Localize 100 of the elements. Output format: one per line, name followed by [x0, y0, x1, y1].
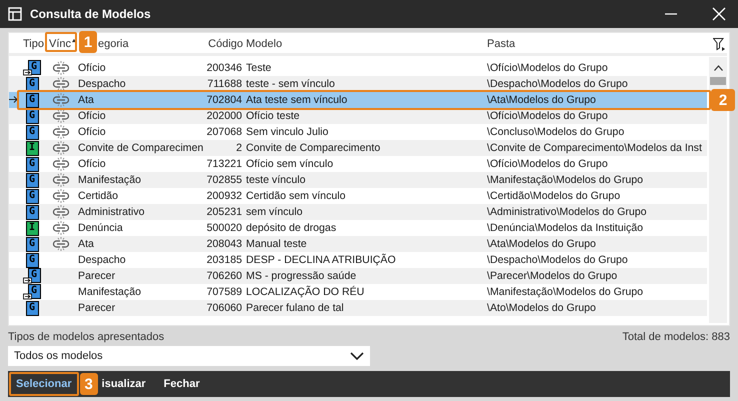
type-letter: G: [29, 173, 36, 187]
table-cell-text: Certidão: [77, 190, 120, 202]
table-cell-text: Convite de Comparecimento: [246, 142, 382, 154]
table-cell-text: Despacho: [77, 254, 127, 266]
callout-number: 2: [711, 89, 735, 111]
table-cell-text: Despacho: [77, 78, 127, 90]
table-cell-text: Denúncia: [77, 222, 124, 234]
table-cell-text: \Despacho\Modelos do Grupo: [487, 254, 629, 266]
table-cell-text: \Despacho\Modelos do Grupo: [487, 78, 629, 90]
table-cell-text: Manual teste: [246, 238, 308, 250]
table-cell-text: depósito de drogas: [246, 222, 338, 234]
type-letter: G: [29, 77, 36, 91]
table-cell-text: Ofício teste: [246, 110, 301, 122]
filter-label: Tipos de modelos apresentados: [8, 331, 164, 343]
table-cell-text: 707589: [206, 286, 243, 298]
model-type-dropdown[interactable]: Todos os modelos: [8, 346, 370, 366]
table-cell-text: MS - progressão saúde: [246, 270, 358, 282]
table-cell-text: 706060: [206, 302, 243, 314]
table-cell-text: Ata: [77, 238, 95, 250]
type-letter: G: [29, 253, 36, 267]
close-icon[interactable]: [712, 7, 726, 21]
table-cell-text: 202000: [206, 110, 243, 122]
table-cell-text: Sem vinculo Julio: [246, 126, 330, 138]
toolbar-button[interactable]: Selecionar: [10, 373, 78, 395]
table-cell-text: \Manifestação\Modelos do Grupo: [487, 174, 644, 186]
type-letter: G: [29, 189, 36, 203]
table-cell-text: sem vínculo: [246, 206, 304, 218]
table-cell-text: 205231: [206, 206, 243, 218]
type-letter: G: [31, 284, 38, 298]
window-title: Consulta de Modelos: [30, 7, 151, 21]
table-cell-text: \Ofício\Modelos do Grupo: [487, 158, 609, 170]
scroll-up-icon[interactable]: [714, 65, 722, 71]
type-letter: G: [29, 205, 36, 219]
table-cell-text: Ofício: [77, 62, 107, 74]
table-cell-text: teste - sem vínculo: [246, 78, 336, 90]
table-cell-text: 706260: [206, 270, 243, 282]
window-icon: [8, 7, 22, 21]
type-letter: G: [29, 157, 36, 171]
filter-icon[interactable]: [713, 38, 725, 51]
type-letter: G: [29, 93, 36, 107]
type-letter: G: [29, 237, 36, 251]
chevron-down-icon: [350, 352, 364, 360]
table-cell-text: \Certidão\Modelos do Grupo: [487, 190, 622, 202]
table-cell-text: \Administrativo\Modelos do Grupo: [487, 206, 648, 218]
table-cell-text: Parecer: [77, 270, 116, 282]
table-cell-text: Teste: [246, 62, 272, 74]
type-letter: G: [29, 109, 36, 123]
table-cell-text: teste vínculo: [246, 174, 306, 186]
toolbar-button[interactable]: isualizar: [96, 373, 152, 395]
table-cell-text: Convite de Comparecimen: [77, 142, 204, 154]
document-type-icon: [23, 284, 43, 300]
table-cell-text: \Ofício\Modelos do Grupo: [487, 62, 609, 74]
table-cell-text: Administrativo: [77, 206, 146, 218]
type-letter: G: [31, 268, 38, 282]
table-cell-text: 713221: [206, 158, 243, 170]
type-letter: G: [31, 60, 38, 74]
table-cell-text: Parecer fulano de tal: [246, 302, 345, 314]
callout-frame: [45, 32, 77, 52]
table-cell-text: 702855: [206, 174, 243, 186]
table-cell-text: Ofício: [77, 110, 107, 122]
toolbar-button[interactable]: Fechar: [158, 373, 206, 395]
column-header[interactable]: Modelo: [246, 38, 487, 50]
scroll-thumb[interactable]: [710, 77, 726, 85]
callout-number: 3: [80, 373, 98, 395]
table-cell-text: \Ofício\Modelos do Grupo: [487, 110, 609, 122]
table-cell-text: Parecer: [77, 302, 116, 314]
callout-frame: [9, 372, 79, 396]
table-cell-text: Manifestação: [77, 286, 142, 298]
table-cell-text: \Manifestação\Modelos do Grupo: [487, 286, 644, 298]
document-type-icon: [23, 60, 43, 76]
table-cell-text: Manifestação: [77, 174, 142, 186]
table-cell-text: 702804: [206, 94, 243, 106]
table-cell-text: \Concluso\Modelos do Grupo: [487, 126, 626, 138]
table-cell-text: Certidão sem vínculo: [246, 190, 347, 202]
table-cell-text: Ata: [77, 94, 95, 106]
type-letter: I: [29, 141, 36, 155]
column-header[interactable]: Código: [204, 38, 246, 50]
table-cell-text: 500020: [206, 222, 243, 234]
column-header[interactable]: egoria: [98, 38, 204, 50]
column-header[interactable]: Tipo: [23, 38, 45, 50]
table-cell-text: 203185: [206, 254, 243, 266]
table-cell-text: 2: [235, 142, 243, 154]
table-cell-text: Ofício: [77, 126, 107, 138]
table-cell-text: Ofício: [77, 158, 107, 170]
table-cell-text: DESP - DECLINA ATRIBUIÇÃO: [246, 254, 397, 266]
table-cell-text: \Ata\Modelos do Grupo: [487, 94, 597, 106]
column-header[interactable]: Pasta: [487, 38, 727, 50]
callout-number: 1: [79, 31, 97, 53]
table-cell-text: \Ato\Modelos do Grupo: [487, 302, 597, 314]
scrollbar[interactable]: [709, 57, 727, 323]
column-header[interactable]: Vínc: [45, 38, 76, 50]
table-cell-text: \Ata\Modelos do Grupo: [487, 238, 597, 250]
table-cell-text: \Denúncia\Modelos da Instituição: [487, 222, 644, 234]
table-cell-text: 200932: [206, 190, 243, 202]
table-cell-text: 208043: [206, 238, 243, 250]
type-letter: I: [29, 221, 36, 235]
type-letter: G: [29, 301, 36, 315]
table-cell-text: 200346: [206, 62, 243, 74]
table-cell-text: Ata teste sem vínculo: [246, 94, 348, 106]
table-cell-text: 711688: [206, 78, 243, 90]
